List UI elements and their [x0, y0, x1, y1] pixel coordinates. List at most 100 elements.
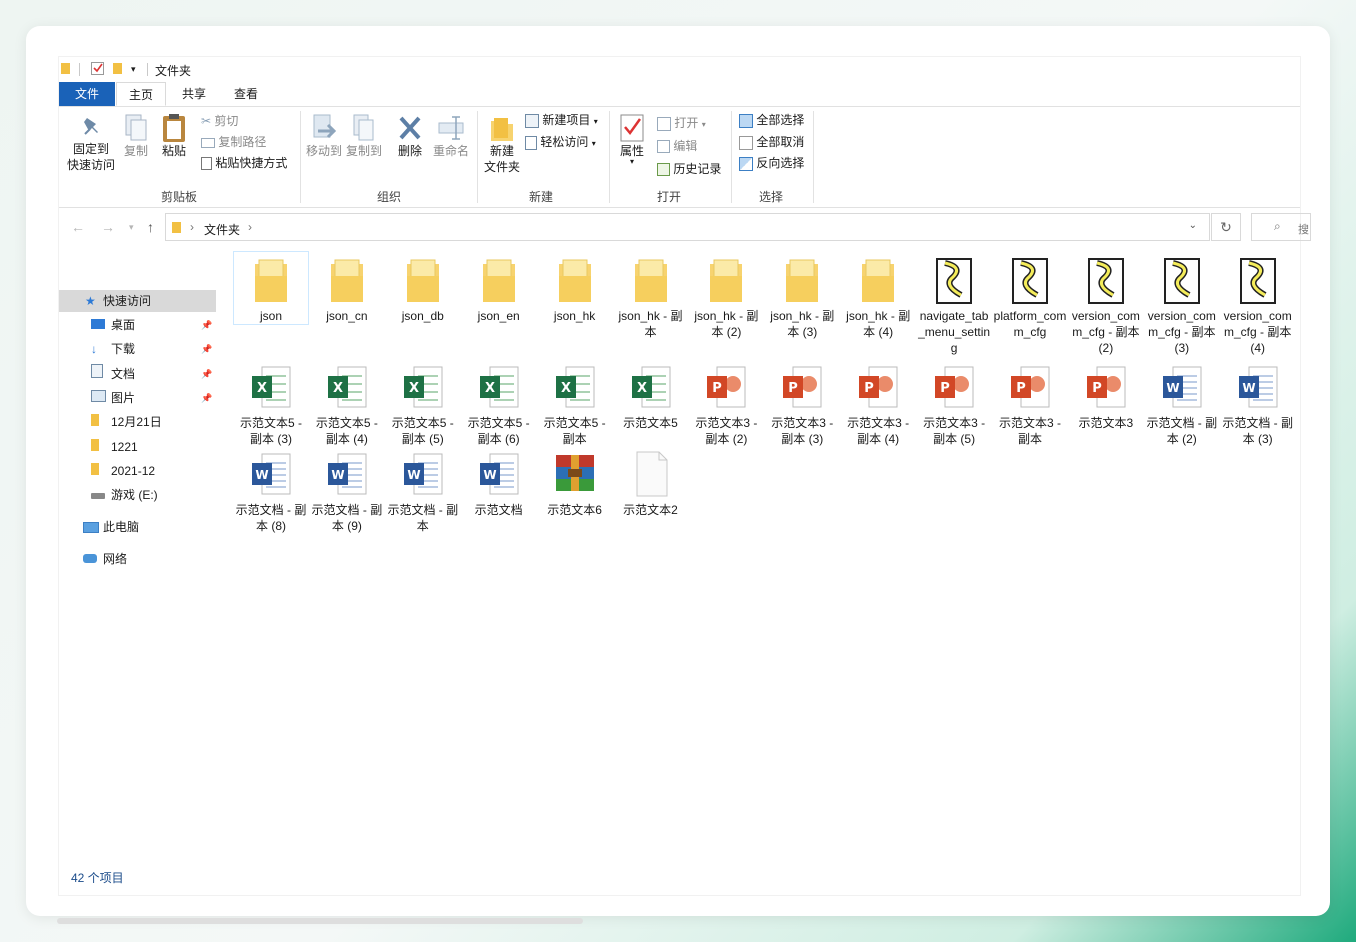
nav-quick-access[interactable]: ★ 快速访问 — [59, 290, 216, 312]
file-name: json_hk - 副本 (3) — [770, 309, 835, 339]
file-name: 示范文本3 - 副本 (3) — [771, 416, 834, 446]
new-item-button[interactable]: 新建项目 ▾ — [525, 112, 598, 130]
file-item[interactable]: json_db — [386, 252, 460, 324]
file-item[interactable]: P 示范文本3 - 副本 (3) — [765, 359, 839, 447]
svg-text:W: W — [1166, 381, 1179, 395]
new-folder-button[interactable]: 新建 文件夹 — [479, 115, 525, 175]
tab-home[interactable]: 主页 — [116, 82, 166, 106]
rename-button[interactable]: 重命名 — [431, 113, 471, 159]
file-item[interactable]: W 示范文档 - 副本 (3) — [1221, 359, 1295, 447]
file-item[interactable]: version_comm_cfg - 副本 (3) — [1145, 252, 1219, 356]
invert-selection-button[interactable]: 反向选择 — [739, 155, 804, 171]
file-item[interactable]: P 示范文本3 - 副本 (5) — [917, 359, 991, 447]
copy-button[interactable]: 复制 — [119, 113, 153, 159]
file-name: 示范文本3 — [1078, 416, 1134, 430]
file-item[interactable]: json_hk - 副本 (4) — [841, 252, 915, 340]
powerpoint-file-icon: P — [917, 359, 991, 415]
copy-to-button[interactable]: 复制到 — [343, 113, 385, 159]
file-item[interactable]: version_comm_cfg - 副本 (4) — [1221, 252, 1295, 356]
file-item[interactable]: P 示范文本3 - 副本 — [993, 359, 1067, 447]
tab-share[interactable]: 共享 — [169, 82, 219, 106]
new-folder-icon — [491, 118, 513, 141]
cut-button[interactable]: ✂ 剪切 — [201, 113, 238, 129]
file-item[interactable]: P 示范文本3 - 副本 (4) — [841, 359, 915, 447]
easy-access-button[interactable]: 轻松访问 ▾ — [525, 134, 596, 152]
search-box[interactable]: ⌕ 搜 — [1251, 213, 1311, 241]
properties-button[interactable]: 属性 ▾ — [615, 113, 649, 166]
file-item[interactable]: X 示范文本5 - 副本 (5) — [386, 359, 460, 447]
open-button[interactable]: 打开 ▾ — [657, 115, 706, 133]
history-button[interactable]: 历史记录 — [657, 161, 721, 177]
forward-arrow-icon[interactable]: → — [101, 219, 115, 235]
file-item[interactable]: navigate_tab_menu_setting — [917, 252, 991, 356]
file-item[interactable]: json_en — [462, 252, 536, 324]
group-label-new: 新建 — [528, 190, 553, 204]
excel-file-icon: X — [234, 359, 308, 415]
file-item[interactable]: json_hk — [538, 252, 612, 324]
file-item[interactable]: X 示范文本5 - 副本 — [538, 359, 612, 447]
move-to-button[interactable]: 移动到 — [305, 113, 343, 159]
address-history-dropdown-icon[interactable]: ⌄ — [1189, 220, 1197, 231]
pin-quick-access-button[interactable]: 固定到 快速访问 — [63, 115, 119, 173]
file-item[interactable]: json_hk - 副本 — [614, 252, 688, 340]
file-name: platform_comm_cfg — [993, 309, 1067, 339]
group-label-select: 选择 — [758, 190, 783, 204]
pinned-icon[interactable]: 📌 — [201, 387, 212, 409]
file-name: 示范文本2 — [623, 503, 678, 517]
paste-shortcut-button[interactable]: 粘贴快捷方式 — [201, 155, 287, 171]
file-item[interactable]: 示范文本2 — [614, 446, 688, 518]
folder-icon — [234, 252, 308, 308]
nav-label: 游戏 (E:) — [111, 488, 158, 503]
refresh-button[interactable]: ↻ — [1211, 213, 1241, 241]
pin-icon — [84, 118, 98, 135]
nav-label: 此电脑 — [103, 520, 140, 534]
invert-selection-icon — [739, 156, 753, 171]
file-item[interactable]: W 示范文档 - 副本 (2) — [1145, 359, 1219, 447]
nav-label: 1221 — [111, 439, 138, 454]
file-item[interactable]: P 示范文本3 — [1069, 359, 1143, 431]
select-none-button[interactable]: 全部取消 — [739, 134, 804, 150]
file-item[interactable]: P 示范文本3 - 副本 (2) — [689, 359, 763, 447]
edit-label: 编辑 — [673, 139, 698, 153]
paste-icon — [163, 114, 185, 142]
breadcrumb-item[interactable]: 文件夹 — [204, 221, 240, 238]
edit-button[interactable]: 编辑 — [657, 138, 697, 154]
file-item[interactable]: X 示范文本5 — [614, 359, 688, 431]
properties-check-icon[interactable] — [91, 62, 104, 78]
file-item[interactable]: json_cn — [310, 252, 384, 324]
file-item[interactable]: version_comm_cfg - 副本 (2) — [1069, 252, 1143, 356]
delete-button[interactable]: 删除 — [393, 113, 427, 159]
new-folder-quick-icon[interactable] — [113, 62, 123, 78]
file-item[interactable]: platform_comm_cfg — [993, 252, 1067, 340]
file-item[interactable]: json_hk - 副本 (3) — [765, 252, 839, 340]
breadcrumb-chevron-icon[interactable]: › — [248, 220, 252, 234]
up-arrow-icon[interactable]: ↑ — [147, 219, 154, 235]
copy-path-button[interactable]: 复制路径 — [201, 134, 266, 150]
file-item[interactable]: W 示范文档 - 副本 (9) — [310, 446, 384, 534]
tab-view[interactable]: 查看 — [221, 82, 271, 106]
easy-access-icon — [525, 135, 537, 150]
paste-button[interactable]: 粘贴 — [157, 113, 191, 159]
file-item[interactable]: json — [233, 251, 309, 325]
pinned-icon[interactable]: 📌 — [201, 314, 212, 336]
file-item[interactable]: W 示范文档 - 副本 — [386, 446, 460, 534]
file-item[interactable]: W 示范文档 — [462, 446, 536, 518]
recent-dropdown-icon[interactable]: ▾ — [129, 222, 134, 233]
select-all-button[interactable]: 全部选择 — [739, 112, 804, 128]
title-divider — [147, 63, 148, 76]
file-name: 示范文本3 - 副本 (5) — [923, 416, 986, 446]
horizontal-scrollbar[interactable] — [57, 918, 583, 924]
pinned-icon[interactable]: 📌 — [201, 363, 212, 385]
file-item[interactable]: X 示范文本5 - 副本 (3) — [234, 359, 308, 447]
file-item[interactable]: X 示范文本5 - 副本 (4) — [310, 359, 384, 447]
address-bar[interactable]: › 文件夹 › ⌄ — [165, 213, 1210, 241]
back-arrow-icon[interactable]: ← — [71, 219, 85, 235]
pinned-icon[interactable]: 📌 — [201, 338, 212, 360]
nav-label: 文档 — [111, 366, 136, 381]
file-item[interactable]: json_hk - 副本 (2) — [689, 252, 763, 340]
file-item[interactable]: 示范文本6 — [538, 446, 612, 518]
file-item[interactable]: X 示范文本5 - 副本 (6) — [462, 359, 536, 447]
file-item[interactable]: W 示范文档 - 副本 (8) — [234, 446, 308, 534]
tab-file[interactable]: 文件 — [59, 82, 115, 106]
quick-access-dropdown-icon[interactable]: ▾ — [131, 64, 136, 75]
